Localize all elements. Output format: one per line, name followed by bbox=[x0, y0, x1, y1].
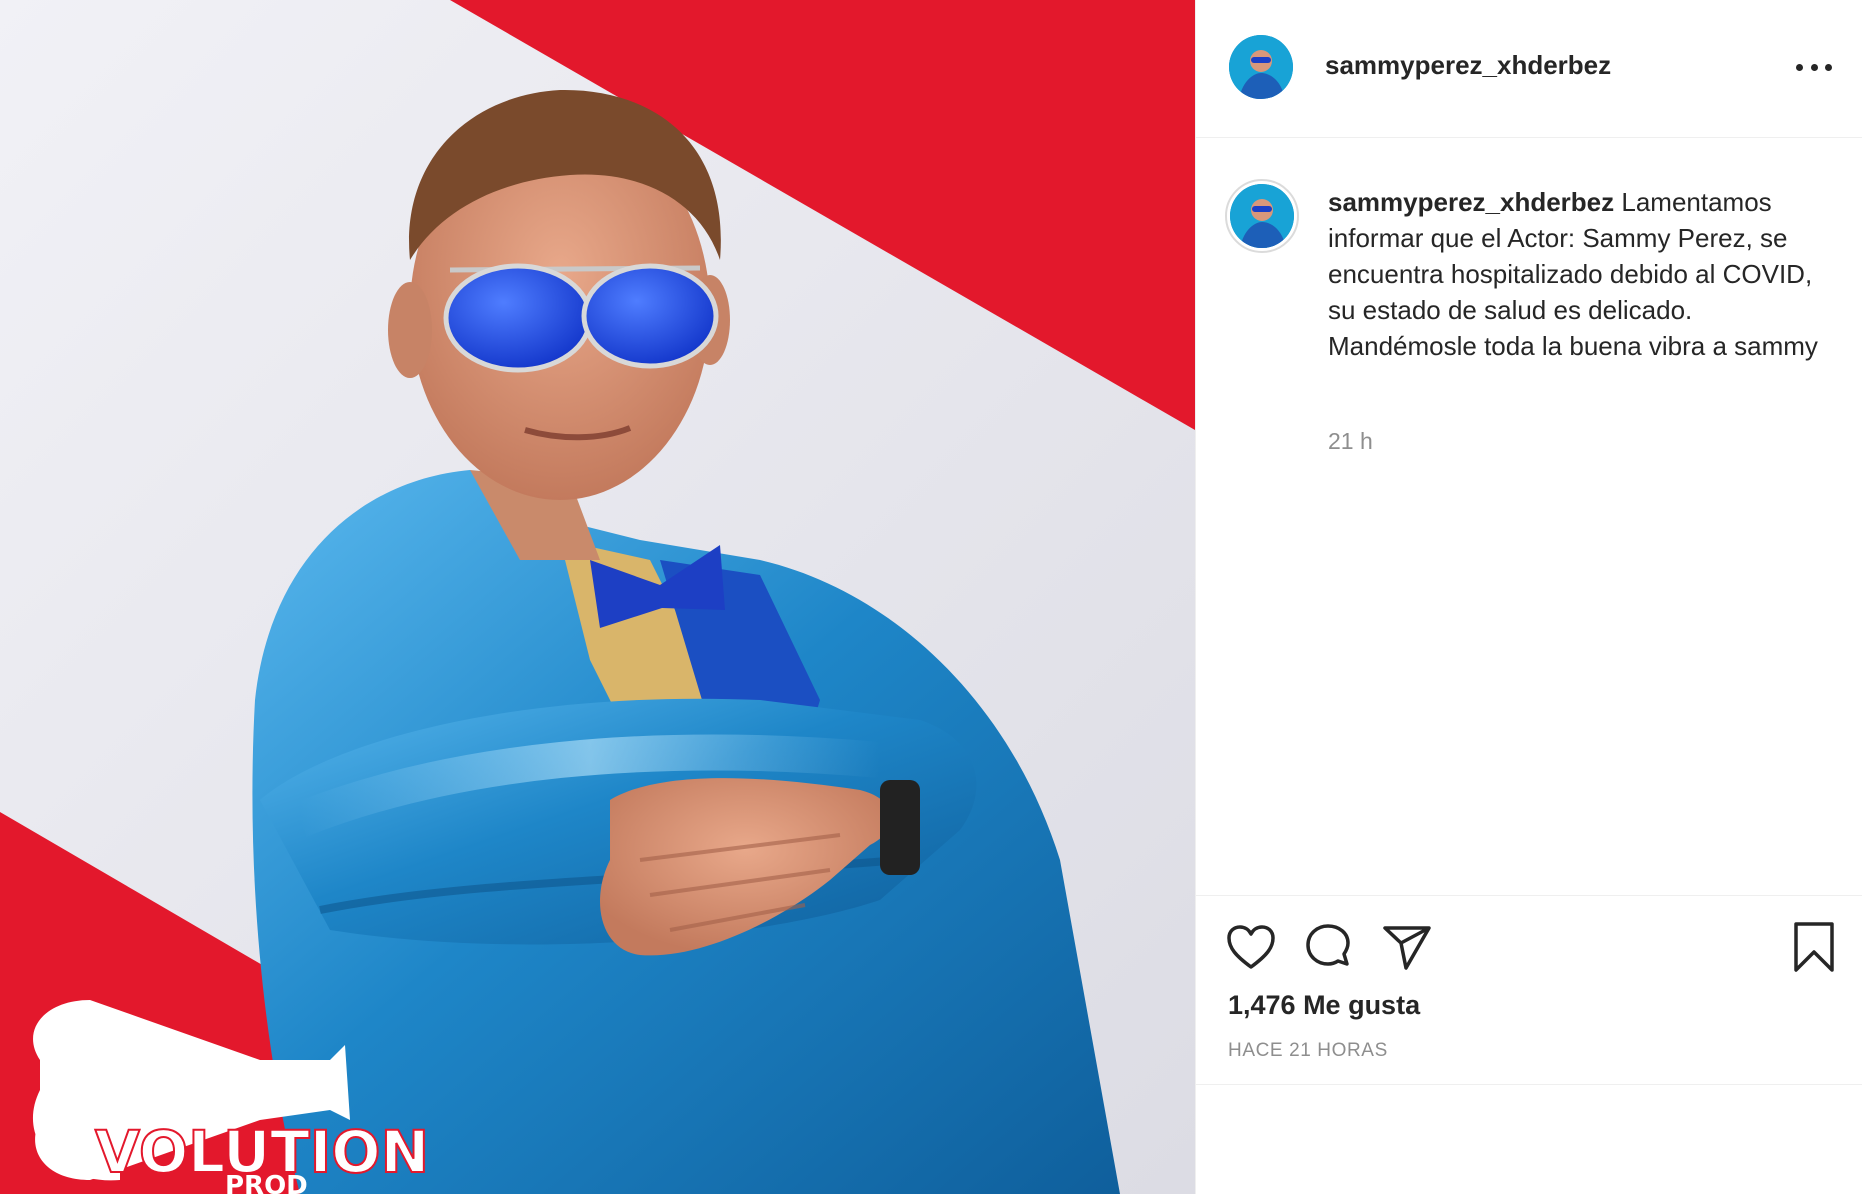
post-header: sammyperez_xhderbez bbox=[1196, 0, 1862, 138]
heart-icon[interactable] bbox=[1226, 924, 1276, 970]
post-image[interactable]: VOLUTION PROD bbox=[0, 0, 1195, 1194]
logo-subtext: PROD bbox=[225, 1171, 308, 1194]
header-username[interactable]: sammyperez_xhderbez bbox=[1325, 50, 1611, 81]
instagram-post-view: VOLUTION PROD sammyperez_xhderbez sammyp… bbox=[0, 0, 1862, 1194]
posted-timestamp: HACE 21 HORAS bbox=[1228, 1040, 1388, 1061]
caption-timestamp[interactable]: 21 h bbox=[1328, 428, 1373, 455]
avatar[interactable] bbox=[1229, 35, 1293, 99]
post-caption: sammyperez_xhderbez Lamentamos informar … bbox=[1328, 184, 1843, 364]
dot bbox=[1810, 63, 1818, 71]
more-dots-icon[interactable] bbox=[1796, 52, 1832, 82]
caption-avatar[interactable] bbox=[1230, 184, 1294, 248]
post-actions: 1,476 Me gusta HACE 21 HORAS bbox=[1196, 895, 1862, 1085]
bookmark-icon[interactable] bbox=[1792, 921, 1836, 973]
post-panel: sammyperez_xhderbez sammyperez_xhderbez … bbox=[1195, 0, 1862, 1194]
likes-count[interactable]: 1,476 Me gusta bbox=[1228, 990, 1420, 1021]
caption-username[interactable]: sammyperez_xhderbez bbox=[1328, 187, 1614, 217]
paper-plane-icon[interactable] bbox=[1382, 924, 1432, 970]
comment-icon[interactable] bbox=[1303, 923, 1353, 973]
dot bbox=[1796, 63, 1803, 71]
avatar-image bbox=[1229, 35, 1293, 99]
dot bbox=[1825, 63, 1832, 71]
post-photo: VOLUTION PROD bbox=[0, 0, 1195, 1194]
caption-avatar-ring[interactable] bbox=[1225, 179, 1299, 253]
avatar-image bbox=[1230, 184, 1294, 248]
